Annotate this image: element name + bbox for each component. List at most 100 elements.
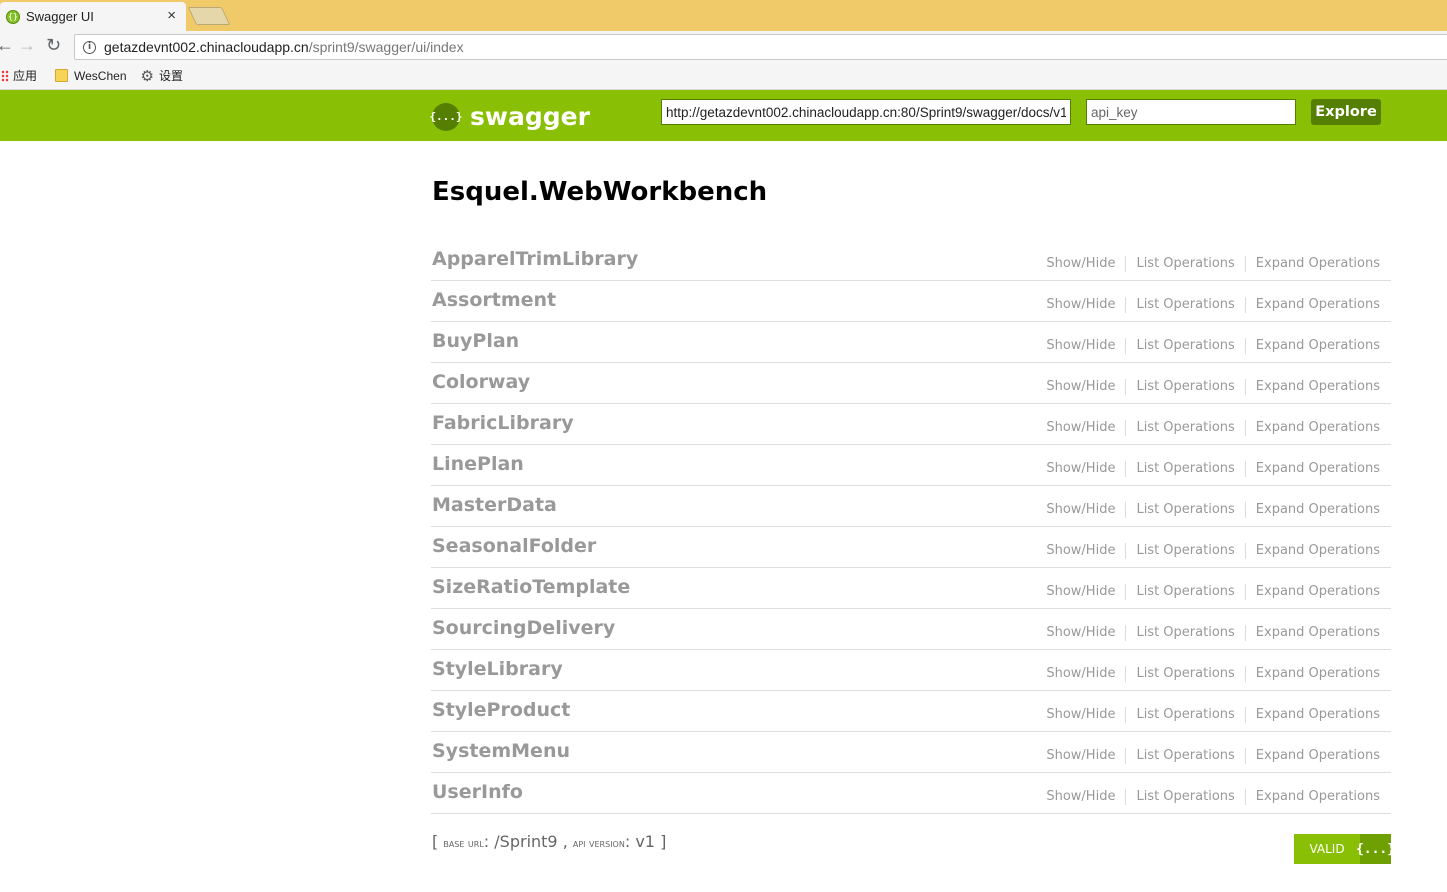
bookmark-apps[interactable]: 应用 [0, 67, 37, 84]
show-hide-link[interactable]: Show/Hide [1036, 789, 1125, 805]
show-hide-link[interactable]: Show/Hide [1036, 338, 1125, 354]
expand-operations-link[interactable]: Expand Operations [1244, 379, 1380, 395]
expand-operations-link[interactable]: Expand Operations [1244, 666, 1380, 682]
site-info-icon[interactable]: i [83, 40, 96, 54]
api-key-input[interactable] [1086, 99, 1296, 125]
show-hide-link[interactable]: Show/Hide [1036, 379, 1125, 395]
resource-name-link[interactable]: UserInfo [432, 781, 523, 803]
api-title: Esquel.WebWorkbench [432, 177, 768, 207]
list-operations-link[interactable]: List Operations [1125, 297, 1244, 313]
swagger-header: {...} swagger Explore [0, 90, 1447, 141]
resource-list: ApparelTrimLibrary Show/Hide List Operatio… [431, 240, 1391, 814]
resource-row: LinePlan Show/Hide List Operations Expand O… [431, 445, 1391, 486]
expand-operations-link[interactable]: Expand Operations [1244, 789, 1380, 805]
list-operations-link[interactable]: List Operations [1125, 461, 1244, 477]
list-operations-link[interactable]: List Operations [1125, 625, 1244, 641]
resource-name-link[interactable]: FabricLibrary [432, 412, 574, 434]
list-operations-link[interactable]: List Operations [1125, 789, 1244, 805]
resource-name-link[interactable]: SystemMenu [432, 740, 570, 762]
resource-actions: Show/Hide List Operations Expand Operation… [1036, 420, 1380, 436]
resource-name-link[interactable]: Colorway [432, 371, 530, 393]
validator-logo-icon: {...} [1356, 834, 1395, 864]
show-hide-link[interactable]: Show/Hide [1036, 543, 1125, 559]
expand-operations-link[interactable]: Expand Operations [1244, 256, 1380, 272]
back-arrow-icon[interactable]: ← [0, 35, 14, 56]
resource-name-link[interactable]: BuyPlan [432, 330, 519, 352]
expand-operations-link[interactable]: Expand Operations [1244, 338, 1380, 354]
bookmark-weschen[interactable]: WesChen [51, 68, 127, 83]
resource-name-link[interactable]: Assortment [432, 289, 556, 311]
resource-row: StyleProduct Show/Hide List Operations Expa… [431, 691, 1391, 732]
show-hide-link[interactable]: Show/Hide [1036, 502, 1125, 518]
expand-operations-link[interactable]: Expand Operations [1244, 502, 1380, 518]
list-operations-link[interactable]: List Operations [1125, 584, 1244, 600]
api-version-value: v1 [635, 832, 655, 851]
address-bar[interactable]: i getazdevnt002.chinacloudapp.cn/sprint9… [74, 34, 1447, 60]
resource-actions: Show/Hide List Operations Expand Operation… [1036, 502, 1380, 518]
bookmark-settings[interactable]: ⚙ 设置 [141, 67, 183, 85]
expand-operations-link[interactable]: Expand Operations [1244, 420, 1380, 436]
list-operations-link[interactable]: List Operations [1125, 256, 1244, 272]
bookmark-label: 设置 [158, 69, 183, 83]
list-operations-link[interactable]: List Operations [1125, 420, 1244, 436]
explore-button[interactable]: Explore [1311, 99, 1381, 125]
list-operations-link[interactable]: List Operations [1125, 379, 1244, 395]
resource-name-link[interactable]: ApparelTrimLibrary [432, 248, 638, 270]
list-operations-link[interactable]: List Operations [1125, 666, 1244, 682]
expand-operations-link[interactable]: Expand Operations [1244, 461, 1380, 477]
show-hide-link[interactable]: Show/Hide [1036, 297, 1125, 313]
show-hide-link[interactable]: Show/Hide [1036, 707, 1125, 723]
show-hide-link[interactable]: Show/Hide [1036, 461, 1125, 477]
show-hide-link[interactable]: Show/Hide [1036, 666, 1125, 682]
expand-operations-link[interactable]: Expand Operations [1244, 625, 1380, 641]
show-hide-link[interactable]: Show/Hide [1036, 748, 1125, 764]
swagger-logo[interactable]: {...} swagger [429, 102, 589, 131]
gear-icon: ⚙ [140, 67, 154, 85]
show-hide-link[interactable]: Show/Hide [1036, 584, 1125, 600]
expand-operations-link[interactable]: Expand Operations [1244, 584, 1380, 600]
folder-icon [55, 69, 69, 82]
list-operations-link[interactable]: List Operations [1125, 502, 1244, 518]
expand-operations-link[interactable]: Expand Operations [1244, 543, 1380, 559]
spec-url-input[interactable] [661, 99, 1071, 125]
expand-operations-link[interactable]: Expand Operations [1244, 297, 1380, 313]
resource-actions: Show/Hide List Operations Expand Operation… [1036, 748, 1380, 764]
list-operations-link[interactable]: List Operations [1125, 748, 1244, 764]
resource-row: UserInfo Show/Hide List Operations Expand O… [431, 773, 1391, 814]
reload-icon[interactable]: ↻ [46, 35, 61, 56]
show-hide-link[interactable]: Show/Hide [1036, 420, 1125, 436]
resource-actions: Show/Hide List Operations Expand Operation… [1036, 461, 1380, 477]
list-operations-link[interactable]: List Operations [1125, 338, 1244, 354]
expand-operations-link[interactable]: Expand Operations [1244, 748, 1380, 764]
bookmark-label: WesChen [74, 68, 127, 83]
resource-actions: Show/Hide List Operations Expand Operation… [1036, 543, 1380, 559]
resource-actions: Show/Hide List Operations Expand Operation… [1036, 338, 1380, 354]
resource-name-link[interactable]: LinePlan [432, 453, 524, 475]
url-host: getazdevnt002.chinacloudapp.cn [104, 39, 309, 55]
resource-name-link[interactable]: StyleLibrary [432, 658, 563, 680]
resource-row: StyleLibrary Show/Hide List Operations Expa… [431, 650, 1391, 691]
footer-separator: , [557, 832, 573, 851]
validator-badge[interactable]: VALID {...} [1294, 834, 1395, 864]
expand-operations-link[interactable]: Expand Operations [1244, 707, 1380, 723]
tab-close-icon[interactable]: × [167, 7, 176, 24]
bookmark-label: 应用 [13, 69, 38, 83]
resource-name-link[interactable]: SourcingDelivery [432, 617, 615, 639]
browser-tab[interactable]: {} Swagger UI × [0, 2, 186, 31]
resource-actions: Show/Hide List Operations Expand Operation… [1036, 379, 1380, 395]
resource-name-link[interactable]: StyleProduct [432, 699, 570, 721]
resource-actions: Show/Hide List Operations Expand Operation… [1036, 297, 1380, 313]
list-operations-link[interactable]: List Operations [1125, 707, 1244, 723]
forward-arrow-icon[interactable]: → [18, 35, 36, 56]
show-hide-link[interactable]: Show/Hide [1036, 625, 1125, 641]
list-operations-link[interactable]: List Operations [1125, 543, 1244, 559]
show-hide-link[interactable]: Show/Hide [1036, 256, 1125, 272]
resource-name-link[interactable]: SeasonalFolder [432, 535, 596, 557]
base-url-value: /Sprint9 [494, 832, 558, 851]
address-url[interactable]: getazdevnt002.chinacloudapp.cn/sprint9/s… [104, 39, 464, 55]
bookmarks-bar: 应用 WesChen ⚙ 设置 [0, 62, 1447, 90]
resource-name-link[interactable]: SizeRatioTemplate [432, 576, 630, 598]
resource-name-link[interactable]: MasterData [432, 494, 557, 516]
new-tab-button[interactable] [187, 7, 231, 25]
resource-row: Assortment Show/Hide List Operations Expand… [431, 281, 1391, 322]
